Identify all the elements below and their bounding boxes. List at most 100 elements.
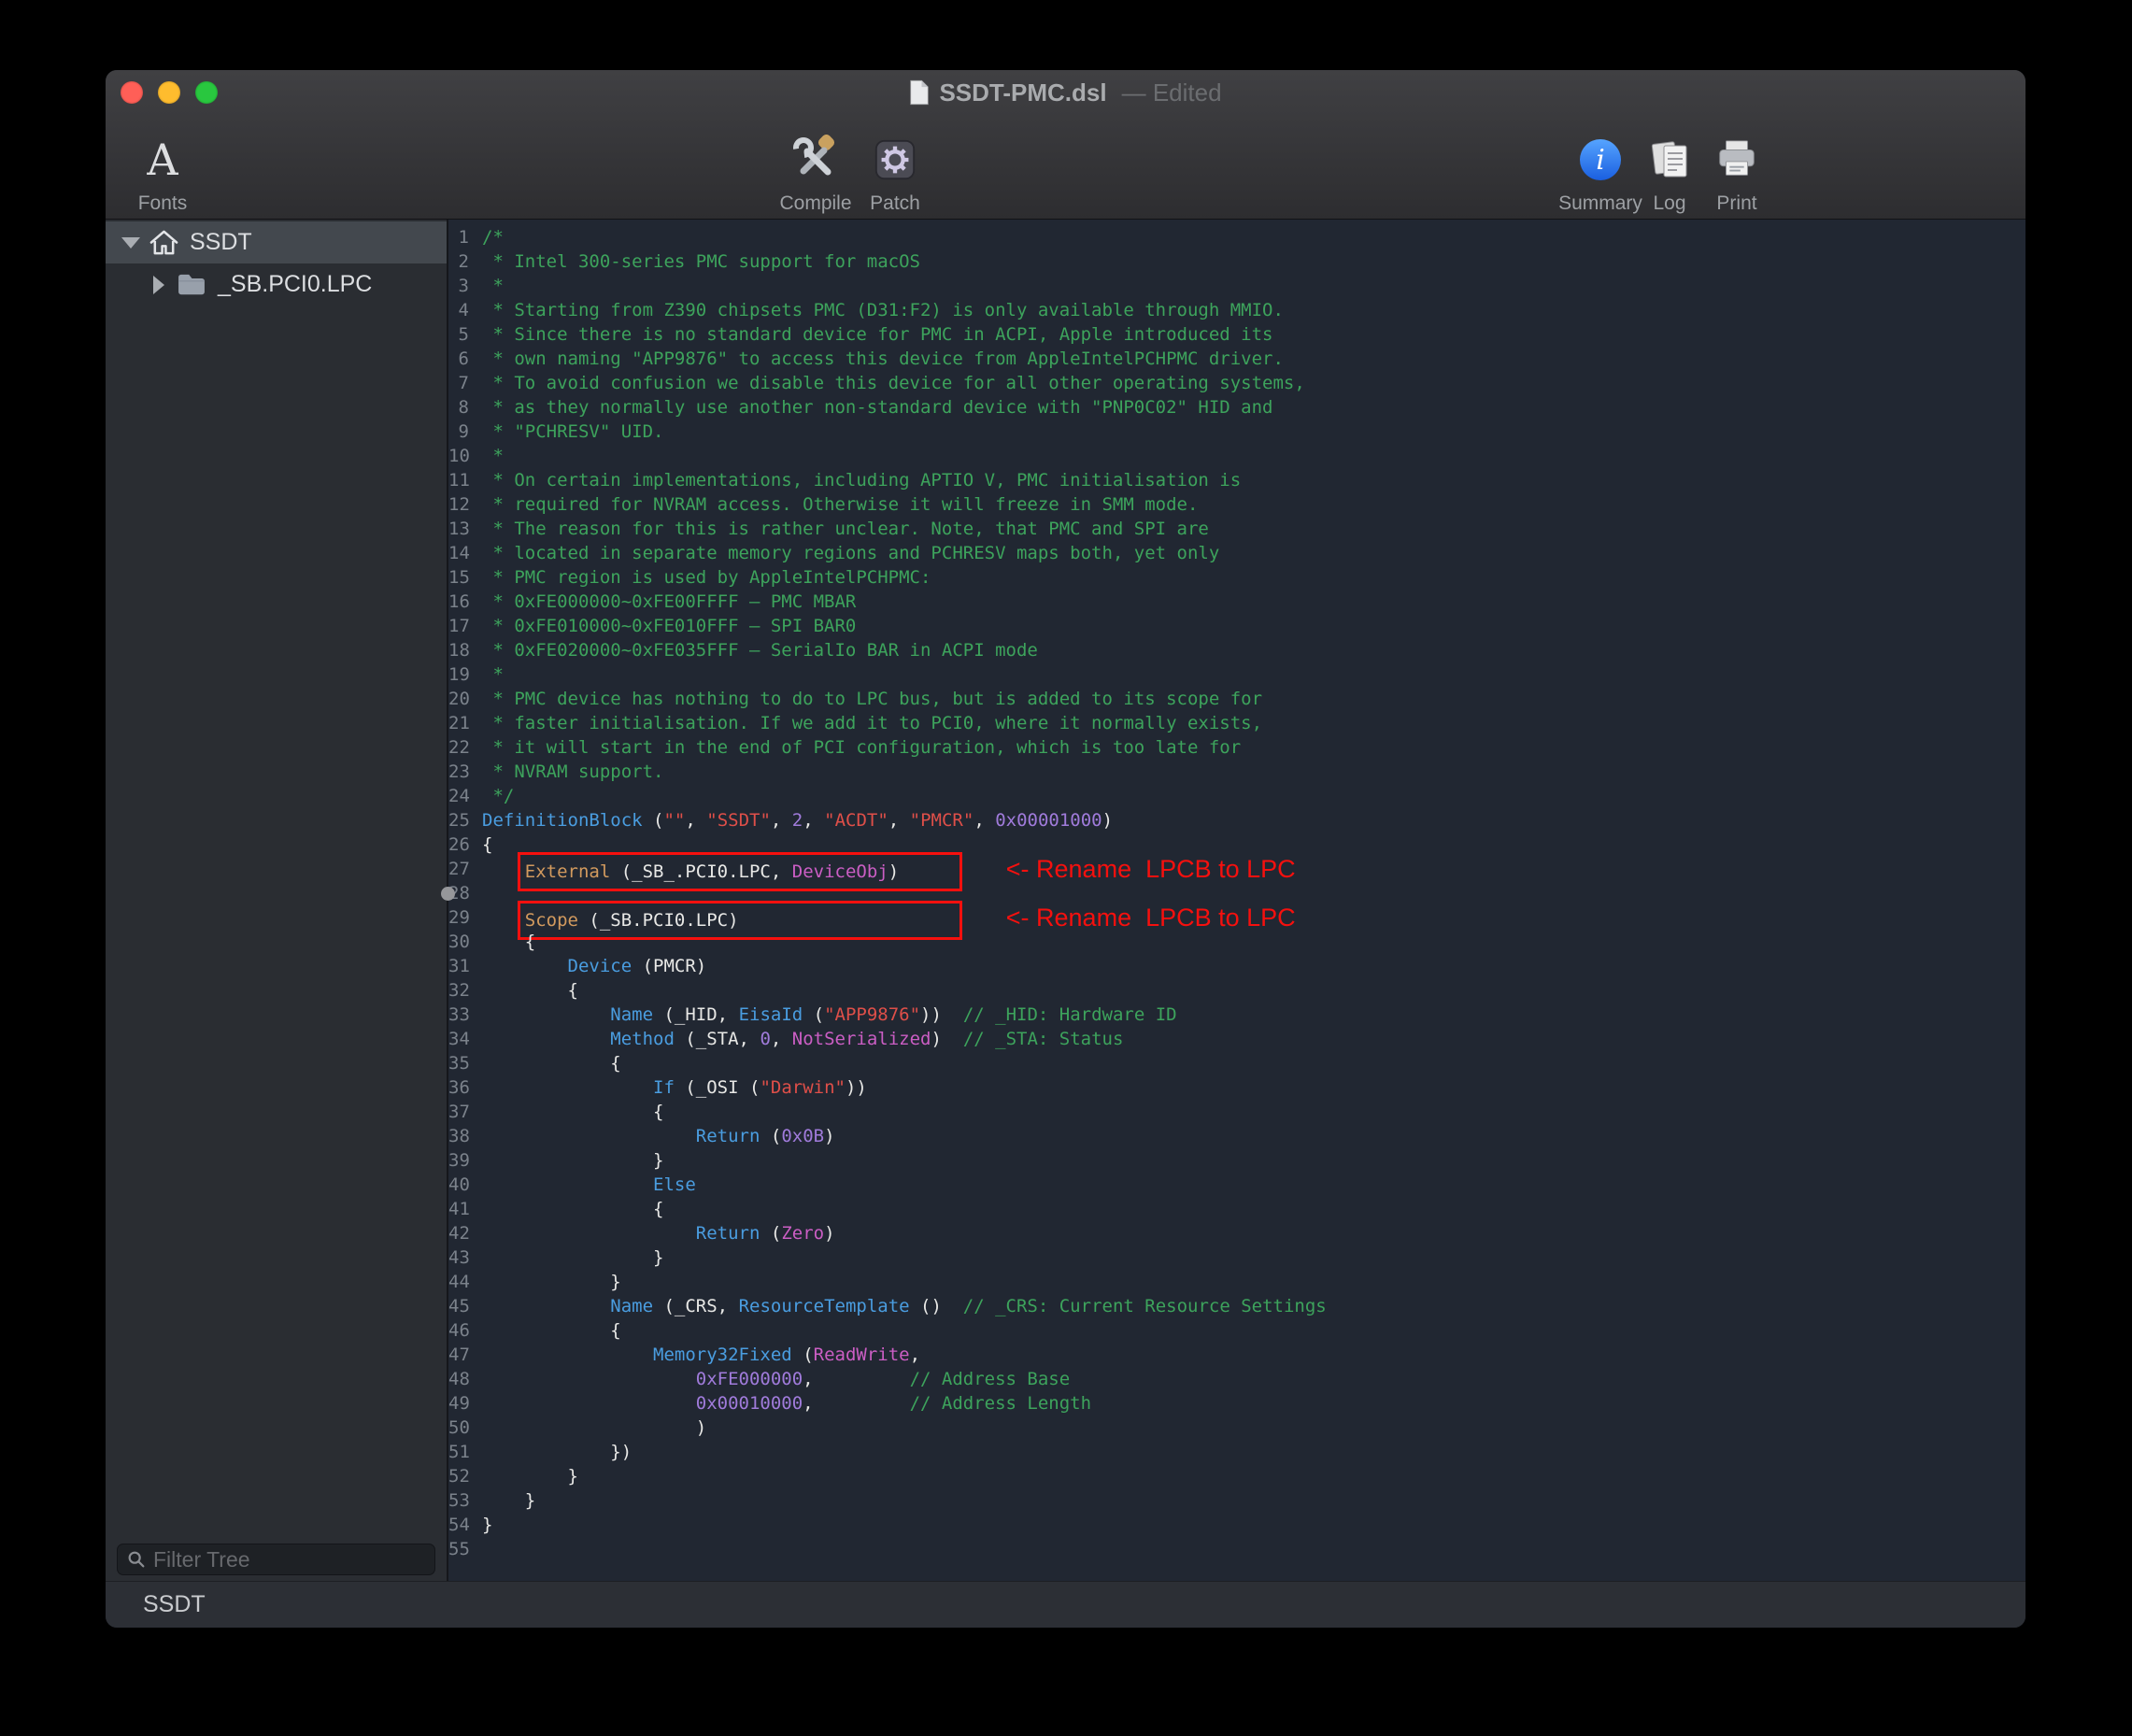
zoom-button[interactable]	[195, 81, 218, 104]
filter-field[interactable]	[117, 1544, 435, 1575]
code-line[interactable]: 12 * required for NVRAM access. Otherwis…	[448, 492, 2025, 517]
titlebar[interactable]: SSDT-PMC.dsl — Edited	[106, 70, 2025, 115]
code-line[interactable]: 30 {	[448, 930, 2025, 954]
token: )	[1102, 810, 1113, 831]
log-label: Log	[1653, 193, 1685, 214]
line-number: 3	[448, 274, 482, 298]
minimize-button[interactable]	[158, 81, 180, 104]
code-line[interactable]: 51 })	[448, 1440, 2025, 1464]
code-line[interactable]: 53 }	[448, 1488, 2025, 1513]
token: ))	[920, 1004, 963, 1025]
code-line[interactable]: 48 0xFE000000, // Address Base	[448, 1367, 2025, 1391]
code-line[interactable]: 9 * "PCHRESV" UID.	[448, 420, 2025, 444]
code-line[interactable]: 21 * faster initialisation. If we add it…	[448, 711, 2025, 735]
code-line[interactable]: 31 Device (PMCR)	[448, 954, 2025, 978]
code-line[interactable]: 13 * The reason for this is rather uncle…	[448, 517, 2025, 541]
code-line[interactable]: 6 * own naming "APP9876" to access this …	[448, 347, 2025, 371]
code-line[interactable]: 28	[448, 881, 2025, 905]
line-number: 27	[448, 857, 482, 881]
code-line[interactable]: 19 *	[448, 662, 2025, 687]
code-line[interactable]: 3 *	[448, 274, 2025, 298]
code-line[interactable]: 37 {	[448, 1100, 2025, 1124]
code-line[interactable]: 41 {	[448, 1197, 2025, 1221]
traffic-lights	[121, 81, 218, 104]
code-line[interactable]: 18 * 0xFE020000~0xFE035FFF — SerialIo BA…	[448, 638, 2025, 662]
patch-button[interactable]: Patch	[848, 117, 942, 214]
desktop-background: SSDT-PMC.dsl — Edited A Fonts	[0, 0, 2132, 1736]
sidebar-item-ssdt[interactable]: SSDT	[106, 221, 447, 263]
code-line[interactable]: 46 {	[448, 1318, 2025, 1343]
code-line[interactable]: 44 }	[448, 1270, 2025, 1294]
code-line[interactable]: 25DefinitionBlock ("", "SSDT", 2, "ACDT"…	[448, 808, 2025, 832]
code-line[interactable]: 14 * located in separate memory regions …	[448, 541, 2025, 565]
code-line[interactable]: 39 }	[448, 1148, 2025, 1173]
token: ,	[803, 810, 824, 831]
token: Else	[653, 1174, 696, 1195]
line-number: 17	[448, 614, 482, 638]
code-line[interactable]: 17 * 0xFE010000~0xFE010FFF — SPI BAR0	[448, 614, 2025, 638]
token: // _STA: Status	[963, 1029, 1124, 1049]
code-line[interactable]: 22 * it will start in the end of PCI con…	[448, 735, 2025, 760]
code-line[interactable]: 20 * PMC device has nothing to do to LPC…	[448, 687, 2025, 711]
print-button[interactable]: Print	[1687, 117, 1786, 214]
code-line[interactable]: 49 0x00010000, // Address Length	[448, 1391, 2025, 1416]
code-line[interactable]: 52 }	[448, 1464, 2025, 1488]
code-line[interactable]: 7 * To avoid confusion we disable this d…	[448, 371, 2025, 395]
code-line[interactable]: 24 */	[448, 784, 2025, 808]
code-line[interactable]: 35 {	[448, 1051, 2025, 1075]
code-text: * Intel 300-series PMC support for macOS	[482, 249, 920, 274]
disclosure-triangle-right[interactable]	[145, 276, 173, 294]
info-icon: i	[1578, 131, 1623, 189]
code-text: Name (_HID, EisaId ("APP9876")) // _HID:…	[482, 1003, 1177, 1027]
token: // _HID: Hardware ID	[963, 1004, 1177, 1025]
code-line[interactable]: 40 Else	[448, 1173, 2025, 1197]
code-text: {	[482, 1197, 663, 1221]
line-number: 1	[448, 225, 482, 249]
code-line[interactable]: 45 Name (_CRS, ResourceTemplate () // _C…	[448, 1294, 2025, 1318]
code-line[interactable]: 2 * Intel 300-series PMC support for mac…	[448, 249, 2025, 274]
code-line[interactable]: 34 Method (_STA, 0, NotSerialized) // _S…	[448, 1027, 2025, 1051]
code-line[interactable]: 23 * NVRAM support.	[448, 760, 2025, 784]
code-text: * required for NVRAM access. Otherwise i…	[482, 492, 1198, 517]
code-line[interactable]: 54}	[448, 1513, 2025, 1537]
code-line[interactable]: 55	[448, 1537, 2025, 1561]
code-line[interactable]: 5 * Since there is no standard device fo…	[448, 322, 2025, 347]
code-line[interactable]: 16 * 0xFE000000~0xFE00FFFF — PMC MBAR	[448, 590, 2025, 614]
code-line[interactable]: 8 * as they normally use another non-sta…	[448, 395, 2025, 420]
code-line[interactable]: 50 )	[448, 1416, 2025, 1440]
code-line[interactable]: 4 * Starting from Z390 chipsets PMC (D31…	[448, 298, 2025, 322]
token	[482, 1029, 610, 1049]
code-line[interactable]: 38 Return (0x0B)	[448, 1124, 2025, 1148]
code-text: {	[482, 1051, 621, 1075]
code-text: * Starting from Z390 chipsets PMC (D31:F…	[482, 298, 1284, 322]
code-line[interactable]: 36 If (_OSI ("Darwin"))	[448, 1075, 2025, 1100]
close-button[interactable]	[121, 81, 143, 104]
code-line[interactable]: 33 Name (_HID, EisaId ("APP9876")) // _H…	[448, 1003, 2025, 1027]
disclosure-triangle-down[interactable]	[117, 237, 145, 249]
token	[482, 1296, 610, 1316]
annotation-text: <- Rename LPCB to LPC	[1006, 855, 1296, 883]
line-number: 20	[448, 687, 482, 711]
filter-input[interactable]	[153, 1547, 426, 1572]
code-line[interactable]: 10 *	[448, 444, 2025, 468]
code-line[interactable]: 47 Memory32Fixed (ReadWrite,	[448, 1343, 2025, 1367]
code-line[interactable]: 26{	[448, 832, 2025, 857]
code-editor[interactable]: 1/*2 * Intel 300-series PMC support for …	[448, 220, 2025, 1581]
code-line[interactable]: 1/*	[448, 225, 2025, 249]
window-title-text: SSDT-PMC.dsl	[939, 78, 1106, 107]
sidebar-item--sb-pci0-lpc[interactable]: _SB.PCI0.LPC	[106, 263, 447, 306]
line-number: 39	[448, 1148, 482, 1173]
token: * The reason for this is rather unclear.…	[482, 519, 1209, 539]
code-line[interactable]: 27 External (_SB_.PCI0.LPC, DeviceObj)<-…	[448, 857, 2025, 881]
token: (	[792, 1345, 814, 1365]
code-line[interactable]: 42 Return (Zero)	[448, 1221, 2025, 1245]
code-line[interactable]: 11 * On certain implementations, includi…	[448, 468, 2025, 492]
code-line[interactable]: 29 Scope (_SB.PCI0.LPC)<- Rename LPCB to…	[448, 905, 2025, 930]
line-number: 45	[448, 1294, 482, 1318]
token: Memory32Fixed	[653, 1345, 792, 1365]
code-line[interactable]: 43 }	[448, 1245, 2025, 1270]
line-number: 24	[448, 784, 482, 808]
fonts-button[interactable]: A Fonts	[122, 117, 203, 214]
code-line[interactable]: 15 * PMC region is used by AppleIntelPCH…	[448, 565, 2025, 590]
code-line[interactable]: 32 {	[448, 978, 2025, 1003]
